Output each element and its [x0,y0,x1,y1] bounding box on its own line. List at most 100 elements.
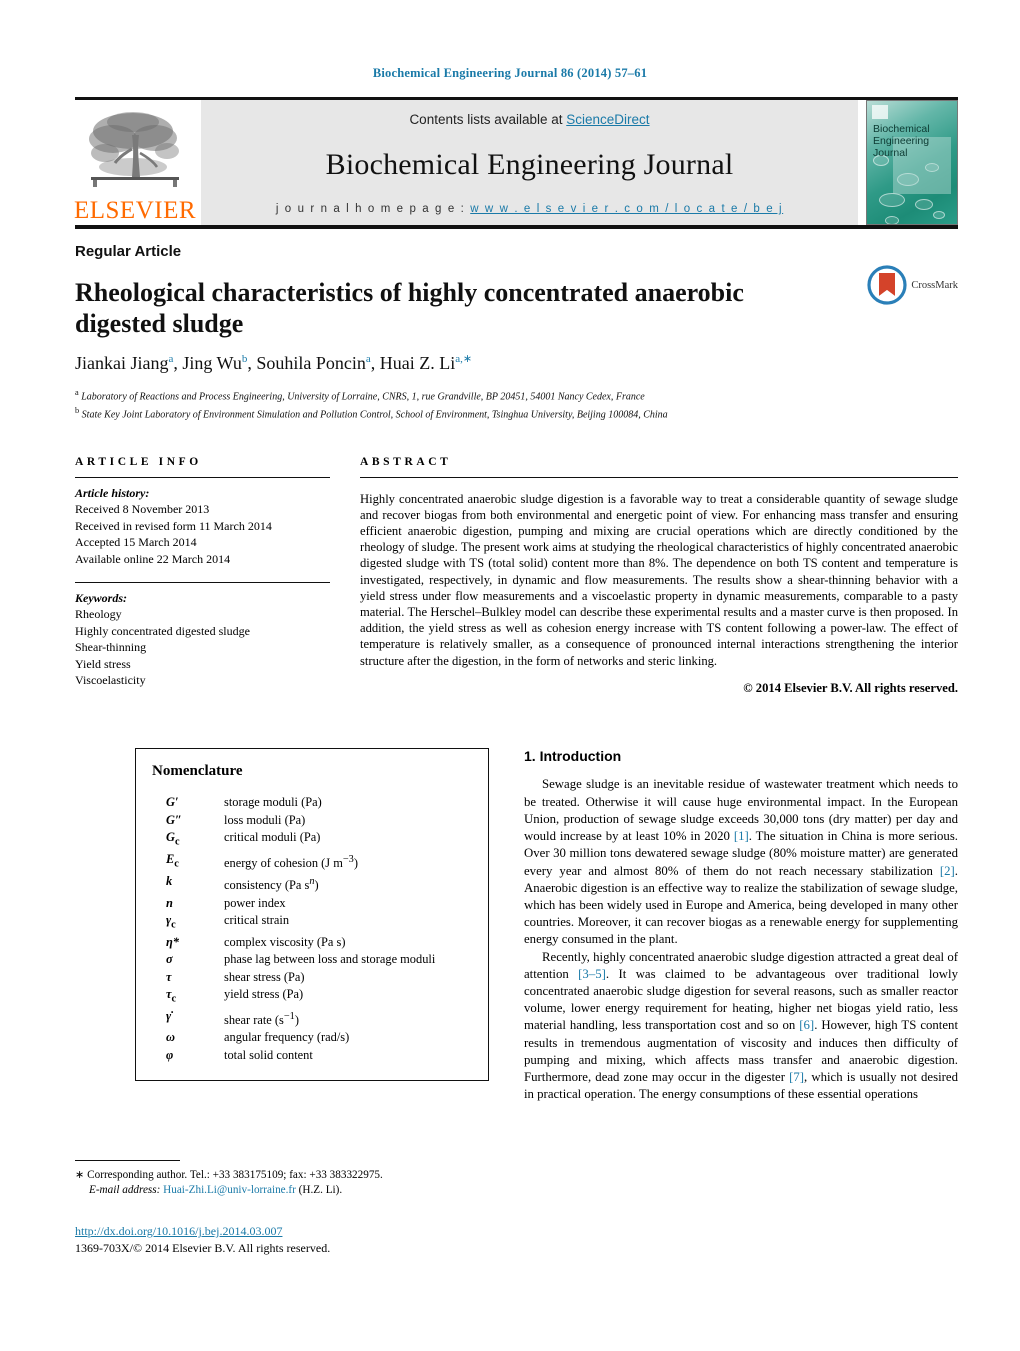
table-row: σ phase lag between loss and storage modu… [152,951,472,968]
journal-masthead: ELSEVIER Contents lists available at Sci… [73,97,958,225]
corresponding-text: Corresponding author. Tel.: +33 38317510… [87,1169,383,1181]
table-row: G′ storage moduli (Pa) [152,794,472,811]
introduction-heading: 1. Introduction [524,748,622,765]
nomenclature-definition: storage moduli (Pa) [224,795,322,810]
table-row: Gc critical moduli (Pa) [152,829,472,851]
table-row: n power index [152,895,472,912]
email-label: E-mail address: [89,1184,161,1196]
cover-elsevier-mark-icon [872,105,888,119]
keywords-block: Keywords: Rheology Highly concentrated d… [75,582,330,689]
journal-banner: Contents lists available at ScienceDirec… [201,100,858,225]
corresponding-line: ∗ Corresponding author. Tel.: +33 383175… [75,1168,495,1183]
table-row: τ shear stress (Pa) [152,969,472,986]
nomenclature-definition: power index [224,895,286,910]
page-title: Rheological characteristics of highly co… [75,278,744,339]
table-row: φ total solid content [152,1047,472,1064]
table-row: γc critical strain [152,912,472,934]
journal-title: Biochemical Engineering Journal [325,148,734,181]
table-row: γ̇ shear rate (s−1) [152,1008,472,1030]
cover-title: Biochemical Engineering Journal [873,123,953,159]
elsevier-tree-icon [89,112,179,187]
journal-homepage-line: j o u r n a l h o m e p a g e : w w w . … [276,203,783,215]
cover-title-line-3: Journal [873,147,908,159]
author-list: Jiankai Jianga, Jing Wub, Souhila Poncin… [75,353,473,374]
nomenclature-definition: critical strain [224,912,290,927]
article-info-rule [75,477,330,479]
footnote-rule [75,1160,180,1161]
elsevier-logo: ELSEVIER [73,100,197,225]
nomenclature-definition: energy of cohesion (J m−3) [224,854,358,871]
nomenclature-definition: shear rate (s−1) [224,1010,299,1028]
history-item: Received in revised form 11 March 2014 [75,518,272,533]
crossmark-icon [867,265,907,305]
homepage-prefix: j o u r n a l h o m e p a g e : [275,203,471,215]
email-line: E-mail address: Huai-Zhi.Li@univ-lorrain… [75,1183,495,1198]
issn-copyright: 1369-703X/© 2014 Elsevier B.V. All right… [75,1241,331,1255]
journal-homepage-link[interactable]: w w w . e l s e v i e r . c o m / l o c … [470,203,783,215]
paper-page: Biochemical Engineering Journal 86 (2014… [0,0,1020,1351]
contents-available-line: Contents lists available at ScienceDirec… [409,112,649,127]
abstract-text: Highly concentrated anaerobic sludge dig… [360,491,958,668]
article-type: Regular Article [75,243,182,260]
table-row: G″ loss moduli (Pa) [152,812,472,829]
nomenclature-heading: Nomenclature [152,763,243,780]
crossmark-label: CrossMark [911,279,958,291]
keyword-item: Yield stress [75,656,131,671]
crossmark-badge[interactable]: CrossMark [867,265,958,305]
cover-title-line-2: Engineering [873,135,930,147]
nomenclature-definition: angular frequency (rad/s) [224,1030,350,1045]
nomenclature-symbol: φ [166,1047,174,1062]
table-row: Ec energy of cohesion (J m−3) [152,851,472,873]
email-suffix: (H.Z. Li). [298,1184,343,1196]
nomenclature-symbol: η* [166,934,179,949]
affiliation-a-text: Laboratory of Reactions and Process Engi… [81,391,645,403]
nomenclature-symbol: γ̇ [166,1008,172,1023]
nomenclature-rows: G′ storage moduli (Pa) G″ loss moduli (Pa)… [152,794,472,1064]
nomenclature-definition: loss moduli (Pa) [224,812,306,827]
table-row: τc yield stress (Pa) [152,986,472,1008]
keywords-title: Keywords: [75,591,127,606]
masthead-bottom-rule [75,225,958,229]
corresponding-marker: ∗ [75,1169,85,1181]
abstract-copyright: © 2014 Elsevier B.V. All rights reserved… [743,681,958,696]
keyword-item: Highly concentrated digested sludge [75,623,250,638]
abstract-heading: ABSTRACT [360,456,452,469]
nomenclature-symbol: γc [166,912,176,931]
journal-cover-thumbnail[interactable]: Biochemical Engineering Journal [866,100,958,225]
table-row: k consistency (Pa sn) [152,873,472,895]
nomenclature-definition: consistency (Pa sn) [224,876,319,893]
keyword-item: Rheology [75,607,122,622]
abstract-rule [360,477,958,479]
history-item: Available online 22 March 2014 [75,551,231,566]
right-column: 1. Introduction Sewage sludge is an inev… [524,748,958,1103]
affiliation-b-text: State Key Joint Laboratory of Environmen… [81,409,668,421]
introduction-paragraph-1: Sewage sludge is an inevitable residue o… [524,777,958,947]
left-column: Nomenclature G′ storage moduli (Pa) G″ los… [75,748,490,1103]
cover-title-line-1: Biochemical [873,123,930,135]
email-link[interactable]: Huai-Zhi.Li@univ-lorraine.fr [163,1184,296,1196]
sciencedirect-link[interactable]: ScienceDirect [566,112,649,127]
nomenclature-definition: critical moduli (Pa) [224,830,321,845]
contents-prefix: Contents lists available at [409,112,567,127]
affiliation-b: b State Key Joint Laboratory of Environm… [75,406,668,421]
nomenclature-symbol: τc [166,987,177,1005]
affiliation-a: a Laboratory of Reactions and Process En… [75,388,645,403]
nomenclature-symbol: σ [166,952,173,967]
nomenclature-definition: yield stress (Pa) [224,987,304,1002]
table-row: ω angular frequency (rad/s) [152,1029,472,1046]
nomenclature-definition: phase lag between loss and storage modul… [224,952,436,967]
nomenclature-definition: total solid content [224,1047,313,1062]
nomenclature-symbol: G′ [166,795,179,810]
elsevier-wordmark: ELSEVIER [73,197,197,224]
article-history-title: Article history: [75,486,150,501]
nomenclature-definition: complex viscosity (Pa s) [224,934,346,949]
nomenclature-symbol: ω [166,1030,175,1045]
doi-link[interactable]: http://dx.doi.org/10.1016/j.bej.2014.03.… [75,1224,282,1238]
article-info-heading: ARTICLE INFO [75,456,202,469]
nomenclature-symbol: Gc [166,830,180,848]
history-item: Accepted 15 March 2014 [75,535,197,550]
nomenclature-symbol: τ [166,969,172,984]
article-history-list: Received 8 November 2013 Received in rev… [75,501,330,567]
body-columns: Nomenclature G′ storage moduli (Pa) G″ los… [75,748,958,1103]
nomenclature-symbol: Ec [166,852,179,870]
